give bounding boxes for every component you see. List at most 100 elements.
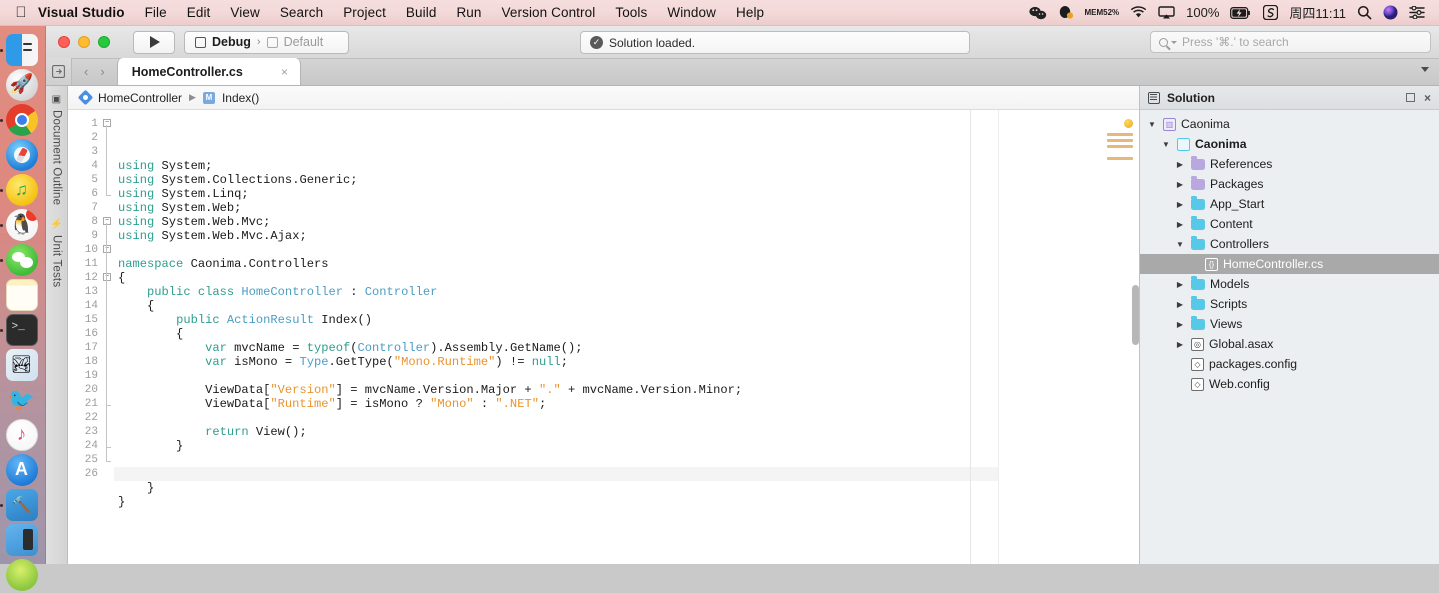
menu-file[interactable]: File (135, 5, 177, 20)
dock-item-simulator[interactable] (5, 524, 40, 558)
menu-window[interactable]: Window (657, 5, 726, 20)
dock-item-xcode[interactable] (0, 489, 40, 523)
solution-tree-row[interactable]: ▶ ◎ Global.asax (1140, 334, 1439, 354)
code-line[interactable]: var mvcName = typeof(Controller).Assembl… (114, 341, 998, 355)
solution-tree-row[interactable]: ▶ Content (1140, 214, 1439, 234)
menu-view[interactable]: View (220, 5, 269, 20)
pad-toggle-icon[interactable] (46, 58, 72, 85)
twisty-closed-icon[interactable]: ▶ (1174, 180, 1186, 189)
configuration-selector[interactable]: Debug › Default (184, 30, 349, 54)
maximize-pad-icon[interactable] (1405, 93, 1415, 102)
solution-tree-row[interactable]: ▶ Views (1140, 314, 1439, 334)
battery-icon[interactable] (1230, 6, 1252, 19)
dock-item-safari[interactable] (5, 139, 40, 173)
fold-toggle-icon[interactable]: − (103, 273, 111, 281)
code-text-area[interactable]: using System; using System.Collections.Ge… (114, 110, 998, 564)
code-line[interactable]: return View(); (114, 425, 998, 439)
code-line[interactable] (114, 369, 998, 383)
code-line[interactable]: { (114, 299, 998, 313)
twisty-closed-icon[interactable]: ▶ (1174, 300, 1186, 309)
dock-item-twitter[interactable] (6, 384, 40, 418)
solution-tree-row[interactable]: ▼ ▥ Caonima (1140, 114, 1439, 134)
fold-toggle-icon[interactable]: − (103, 245, 111, 253)
solution-tree-row[interactable]: ▶ Packages (1140, 174, 1439, 194)
menu-build[interactable]: Build (396, 5, 447, 20)
menu-version-control[interactable]: Version Control (492, 5, 606, 20)
breadcrumb-class[interactable]: HomeController (98, 91, 182, 105)
code-line[interactable]: var isMono = Type.GetType("Mono.Runtime"… (114, 355, 998, 369)
dock-item-app-store[interactable] (5, 454, 40, 488)
menu-help[interactable]: Help (726, 5, 774, 20)
fold-toggle-icon[interactable]: − (103, 119, 111, 127)
twisty-closed-icon[interactable]: ▶ (1174, 320, 1186, 329)
code-line[interactable]: } (114, 439, 998, 453)
code-line[interactable] (114, 467, 998, 481)
navigate-back-button[interactable]: ‹ (84, 64, 88, 79)
clock[interactable]: 周四11:11 (1289, 3, 1346, 22)
twisty-closed-icon[interactable]: ▶ (1174, 280, 1186, 289)
close-pad-icon[interactable]: × (1424, 92, 1431, 104)
breadcrumb-member[interactable]: Index() (222, 91, 259, 105)
code-editor[interactable]: 1 2 3 4 5 6 7 8 9 10 11 12 13 14 15 16 17 18 19 20 21 22 23 24 2… (68, 110, 1139, 564)
dock-item-terminal[interactable] (0, 314, 40, 348)
code-line[interactable]: { (114, 327, 998, 341)
dock-item-itunes[interactable] (5, 419, 40, 453)
dock-item-chrome[interactable] (0, 104, 40, 138)
toolbar-search-field[interactable]: Press '⌘.' to search (1150, 31, 1431, 53)
tab-home-controller[interactable]: HomeController.cs × (116, 58, 301, 85)
solution-tree[interactable]: ▼ ▥ Caonima ▼ Caonima ▶ References ▶ Packages ▶ Ap… (1140, 110, 1439, 394)
solution-tree-row[interactable]: {} HomeController.cs (1140, 254, 1439, 274)
close-window-button[interactable] (58, 36, 70, 48)
sogou-input-icon[interactable] (1263, 5, 1279, 20)
wifi-icon[interactable] (1130, 6, 1147, 19)
minimize-window-button[interactable] (78, 36, 90, 48)
twisty-closed-icon[interactable]: ▶ (1174, 340, 1186, 349)
code-line[interactable] (114, 411, 998, 425)
menu-app-name[interactable]: Visual Studio (34, 5, 135, 20)
code-line[interactable]: public class HomeController : Controller (114, 285, 998, 299)
wechat-status-icon[interactable] (1029, 6, 1047, 20)
code-line[interactable] (114, 243, 998, 257)
code-line[interactable]: } (114, 495, 998, 509)
twisty-closed-icon[interactable]: ▶ (1174, 220, 1186, 229)
tab-close-icon[interactable]: × (281, 65, 288, 79)
solution-tree-row[interactable]: ▶ Models (1140, 274, 1439, 294)
menu-edit[interactable]: Edit (177, 5, 221, 20)
twisty-open-icon[interactable]: ▼ (1160, 140, 1172, 149)
siri-icon[interactable] (1383, 5, 1398, 20)
solution-tree-row[interactable]: ▼ Controllers (1140, 234, 1439, 254)
airplay-icon[interactable] (1158, 6, 1175, 19)
code-line[interactable]: ViewData["Version"] = mvcName.Version.Ma… (114, 383, 998, 397)
pad-tab-document-outline[interactable]: ▣ Document Outline (51, 94, 63, 205)
vertical-scrollbar[interactable] (1132, 285, 1139, 345)
navigate-forward-button[interactable]: › (100, 64, 104, 79)
tab-list-chevron-down-icon[interactable] (1421, 67, 1429, 72)
menu-tools[interactable]: Tools (605, 5, 657, 20)
solution-tree-row[interactable]: ◇ packages.config (1140, 354, 1439, 374)
twisty-open-icon[interactable]: ▼ (1174, 240, 1186, 249)
dock-item-finder[interactable] (0, 34, 40, 68)
zoom-window-button[interactable] (98, 36, 110, 48)
code-line[interactable] (114, 453, 998, 467)
solution-tree-row[interactable]: ▼ Caonima (1140, 134, 1439, 154)
dock-item-launchpad[interactable] (5, 69, 40, 103)
spotlight-search-icon[interactable] (1357, 5, 1372, 20)
code-folding-gutter[interactable]: − − − − (102, 110, 114, 564)
pad-tab-unit-tests[interactable]: ⚡ Unit Tests (50, 219, 63, 287)
qq-status-icon[interactable] (1058, 5, 1074, 20)
fold-toggle-icon[interactable]: − (103, 217, 111, 225)
menu-search[interactable]: Search (270, 5, 333, 20)
code-line[interactable]: public ActionResult Index() (114, 313, 998, 327)
dock-item-qq-music[interactable] (0, 174, 40, 208)
run-button[interactable] (133, 30, 175, 54)
solution-tree-row[interactable]: ▶ App_Start (1140, 194, 1439, 214)
twisty-open-icon[interactable]: ▼ (1146, 120, 1158, 129)
dock-item-green-app[interactable] (5, 559, 40, 593)
dock-item-qq[interactable] (0, 209, 40, 243)
code-line[interactable]: using System.Web; (114, 201, 998, 215)
code-line[interactable]: using System.Linq; (114, 187, 998, 201)
code-line[interactable]: } (114, 481, 998, 495)
menu-run[interactable]: Run (446, 5, 491, 20)
solution-tree-row[interactable]: ▶ References (1140, 154, 1439, 174)
status-bar[interactable]: ✓ Solution loaded. (580, 31, 970, 54)
